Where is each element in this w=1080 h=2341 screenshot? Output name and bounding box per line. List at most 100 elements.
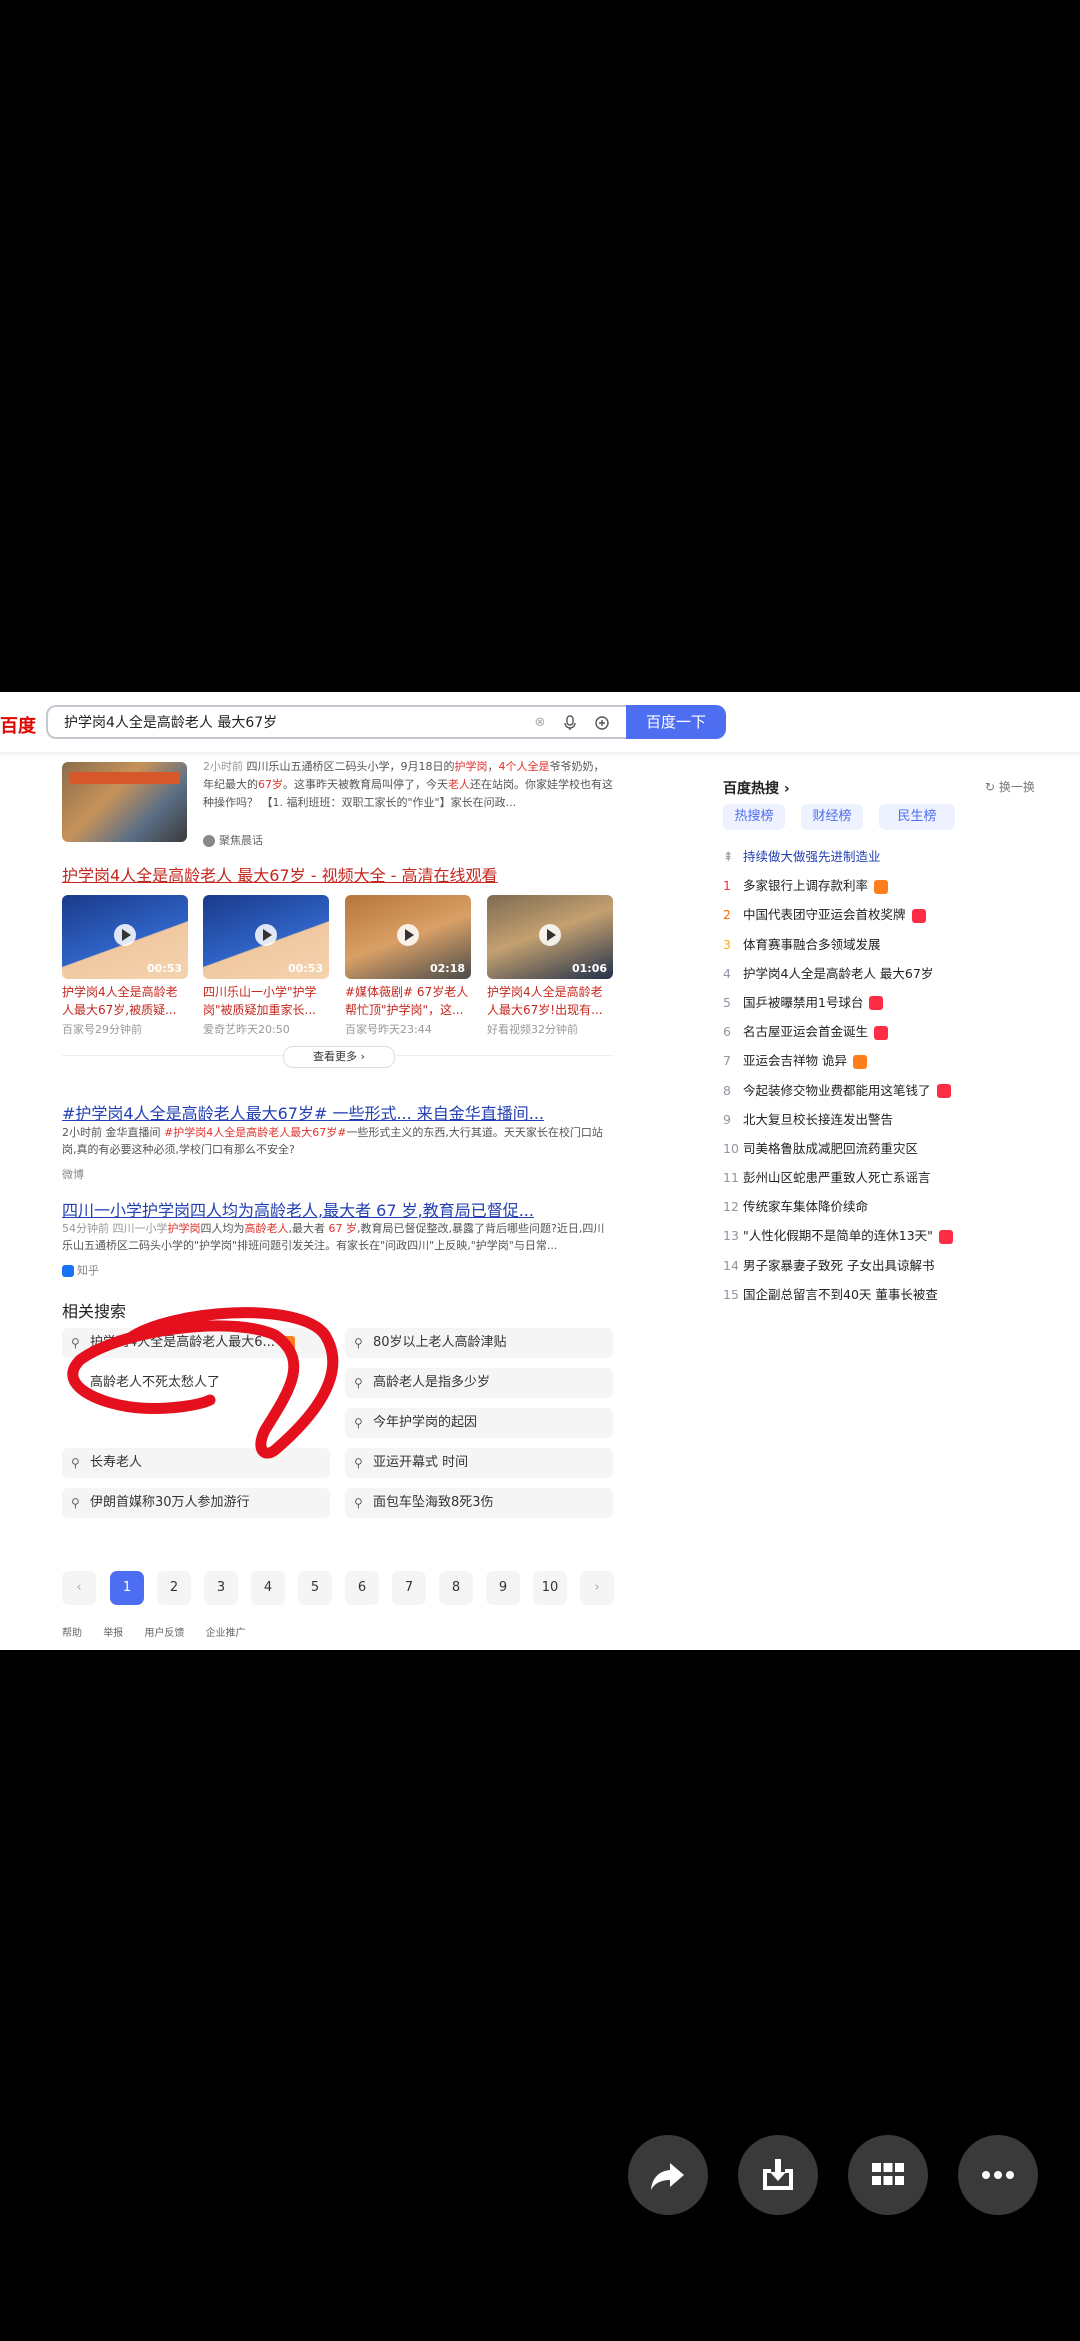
footer-feedback-link[interactable]: 用户反馈	[144, 1628, 184, 1639]
video-thumbnail[interactable]: 00:53	[62, 895, 188, 979]
footer-help-link[interactable]: 帮助	[62, 1628, 82, 1639]
hot-item-text[interactable]: 男子家暴妻子致死 子女出具谅解书	[743, 1258, 934, 1273]
hot-search-item[interactable]: 6 名古屋亚运会首金诞生	[723, 1017, 1043, 1046]
hot-search-item[interactable]: 13 "人性化假期不是简单的连休13天"	[723, 1221, 1043, 1250]
hot-item-text[interactable]: 多家银行上调存款利率	[743, 878, 868, 893]
related-search-item[interactable]: ⚲ 伊朗首媒称30万人参加游行	[62, 1488, 330, 1518]
hot-item-text[interactable]: 国乒被曝禁用1号球台	[743, 995, 863, 1010]
hot-search-item[interactable]: 4 护学岗4人全是高龄老人 最大67岁	[723, 959, 1043, 988]
hot-search-item[interactable]: ⇞ 持续做大做强先进制造业	[723, 842, 1043, 871]
result-title[interactable]: #护学岗4人全是高龄老人最大67岁# 一些形式... 来自金华直播间...	[62, 1100, 544, 1124]
footer-report-link[interactable]: 举报	[103, 1628, 123, 1639]
hot-search-item[interactable]: 2 中国代表团守亚运会首枚奖牌	[723, 900, 1043, 929]
refresh-button[interactable]: ↻ 换一换	[985, 778, 1035, 795]
hot-item-text[interactable]: 北大复旦校长接连发出警告	[743, 1112, 893, 1127]
pagination-next[interactable]: ›	[580, 1571, 614, 1605]
related-search-item[interactable]: ⚲ 长寿老人	[62, 1448, 330, 1478]
page-3[interactable]: 3	[204, 1571, 238, 1605]
more-button[interactable]	[958, 2135, 1038, 2215]
page-9[interactable]: 9	[486, 1571, 520, 1605]
result-title[interactable]: 四川一小学护学岗四人均为高龄老人,最大者 67 岁,教育局已督促...	[62, 1197, 534, 1221]
related-search-item[interactable]: ⚲ 今年护学岗的起因	[345, 1408, 613, 1438]
clear-icon[interactable]: ⊗	[532, 715, 548, 731]
save-icon	[763, 2159, 793, 2190]
result-source[interactable]: 知乎	[62, 1262, 99, 1278]
video-thumbnail[interactable]: 00:53	[203, 895, 329, 979]
video-caption[interactable]: 四川乐山一小学"护学岗"被质疑加重家长...	[203, 983, 329, 1019]
related-search-item[interactable]: 高龄老人不死太愁人了	[62, 1368, 330, 1398]
result-snippet: 54分钟前 四川一小学护学岗四人均为高龄老人,最大者 67 岁,教育局已督促整改…	[62, 1222, 605, 1252]
related-search-item[interactable]: ⚲ 面包车坠海致8死3伤	[345, 1488, 613, 1518]
video-card[interactable]: 01:06 护学岗4人全是高龄老人最大67岁!出现有... 好看视频32分钟前	[487, 895, 613, 1037]
tab-hot[interactable]: 热搜榜	[723, 804, 785, 830]
page-7[interactable]: 7	[392, 1571, 426, 1605]
image-search-icon[interactable]	[594, 715, 610, 731]
result-source[interactable]: 微博	[62, 1166, 84, 1182]
see-more-button[interactable]: 查看更多 ›	[283, 1046, 395, 1068]
tab-livelihood[interactable]: 民生榜	[879, 804, 955, 830]
page-8[interactable]: 8	[439, 1571, 473, 1605]
hot-item-text[interactable]: 今起装修交物业费都能用这笔钱了	[743, 1083, 931, 1098]
hot-item-text[interactable]: 体育赛事融合多领域发展	[743, 937, 881, 952]
footer-links: 帮助 举报 用户反馈 企业推广	[62, 1624, 264, 1639]
pinned-icon: ⇞	[723, 849, 734, 864]
hot-item-text[interactable]: 中国代表团守亚运会首枚奖牌	[743, 907, 906, 922]
search-box[interactable]: ⊗	[46, 705, 626, 739]
hot-item-text[interactable]: 彭州山区蛇患严重致人死亡系谣言	[743, 1170, 931, 1185]
related-search-item[interactable]: ⚲ 高龄老人是指多少岁	[345, 1368, 613, 1398]
microphone-icon[interactable]	[562, 715, 578, 731]
hot-item-text[interactable]: 国企副总留言不到40天 董事长被查	[743, 1287, 938, 1302]
video-thumbnail[interactable]: 02:18	[345, 895, 471, 979]
pagination-prev[interactable]: ‹	[62, 1571, 96, 1605]
video-card[interactable]: 00:53 护学岗4人全是高龄老人最大67岁,被质疑... 百家号29分钟前	[62, 895, 188, 1037]
hot-search-item[interactable]: 7 亚运会吉祥物 诡异	[723, 1046, 1043, 1075]
hot-search-item[interactable]: 8 今起装修交物业费都能用这笔钱了	[723, 1076, 1043, 1105]
hot-search-item[interactable]: 3 体育赛事融合多领域发展	[723, 930, 1043, 959]
result-source[interactable]: 聚焦晨话	[203, 832, 263, 848]
page-1[interactable]: 1	[110, 1571, 144, 1605]
video-caption[interactable]: #媒体薇剧# 67岁老人帮忙顶"护学岗"，这...	[345, 983, 471, 1019]
related-search-item[interactable]: ⚲ 护学岗4人全是高龄老人最大6...	[62, 1328, 330, 1358]
apps-button[interactable]	[848, 2135, 928, 2215]
hot-search-item[interactable]: 14 男子家暴妻子致死 子女出具谅解书	[723, 1251, 1043, 1280]
hot-item-text[interactable]: 亚运会吉祥物 诡异	[743, 1053, 847, 1068]
baidu-logo[interactable]: 百度	[0, 712, 36, 738]
result-thumbnail[interactable]	[62, 762, 187, 842]
hot-search-item[interactable]: 11 彭州山区蛇患严重致人死亡系谣言	[723, 1163, 1043, 1192]
hot-search-item[interactable]: 5 国乒被曝禁用1号球台	[723, 988, 1043, 1017]
hot-rank: 6	[723, 1024, 731, 1040]
video-meta: 百家号昨天23:44	[345, 1023, 432, 1036]
hot-search-item[interactable]: 1 多家银行上调存款利率	[723, 871, 1043, 900]
hot-search-item[interactable]: 15 国企副总留言不到40天 董事长被查	[723, 1280, 1043, 1309]
hot-search-title[interactable]: 百度热搜 ›	[723, 778, 790, 798]
search-button[interactable]: 百度一下	[626, 705, 726, 739]
video-thumbnail[interactable]: 01:06	[487, 895, 613, 979]
related-search-item[interactable]: ⚲ 亚运开幕式 时间	[345, 1448, 613, 1478]
hot-item-text[interactable]: 名古屋亚运会首金诞生	[743, 1024, 868, 1039]
hot-item-text[interactable]: "人性化假期不是简单的连休13天"	[743, 1228, 933, 1243]
video-card[interactable]: 02:18 #媒体薇剧# 67岁老人帮忙顶"护学岗"，这... 百家号昨天23:…	[345, 895, 471, 1037]
page-10[interactable]: 10	[533, 1571, 567, 1605]
footer-business-link[interactable]: 企业推广	[206, 1628, 246, 1639]
hot-item-text[interactable]: 护学岗4人全是高龄老人 最大67岁	[743, 966, 933, 981]
hot-search-item[interactable]: 9 北大复旦校长接连发出警告	[723, 1105, 1043, 1134]
hot-item-text[interactable]: 持续做大做强先进制造业	[743, 849, 881, 864]
video-caption[interactable]: 护学岗4人全是高龄老人最大67岁!出现有...	[487, 983, 613, 1019]
hot-item-text[interactable]: 传统家车集体降价续命	[743, 1199, 868, 1214]
related-search-item[interactable]: ⚲ 80岁以上老人高龄津贴	[345, 1328, 613, 1358]
tab-finance[interactable]: 财经榜	[801, 804, 863, 830]
page-2[interactable]: 2	[157, 1571, 191, 1605]
share-button[interactable]	[628, 2135, 708, 2215]
page-4[interactable]: 4	[251, 1571, 285, 1605]
save-button[interactable]	[738, 2135, 818, 2215]
search-input[interactable]	[62, 713, 526, 731]
video-caption[interactable]: 护学岗4人全是高龄老人最大67岁,被质疑...	[62, 983, 188, 1019]
video-result-title[interactable]: 护学岗4人全是高龄老人 最大67岁 - 视频大全 - 高清在线观看	[62, 862, 498, 886]
hot-search-item[interactable]: 10 司美格鲁肽成减肥回流药重灾区	[723, 1134, 1043, 1163]
page-5[interactable]: 5	[298, 1571, 332, 1605]
share-icon	[651, 2163, 684, 2190]
hot-item-text[interactable]: 司美格鲁肽成减肥回流药重灾区	[743, 1141, 918, 1156]
video-card[interactable]: 00:53 四川乐山一小学"护学岗"被质疑加重家长... 爱奇艺昨天20:50	[203, 895, 329, 1037]
page-6[interactable]: 6	[345, 1571, 379, 1605]
hot-search-item[interactable]: 12 传统家车集体降价续命	[723, 1192, 1043, 1221]
